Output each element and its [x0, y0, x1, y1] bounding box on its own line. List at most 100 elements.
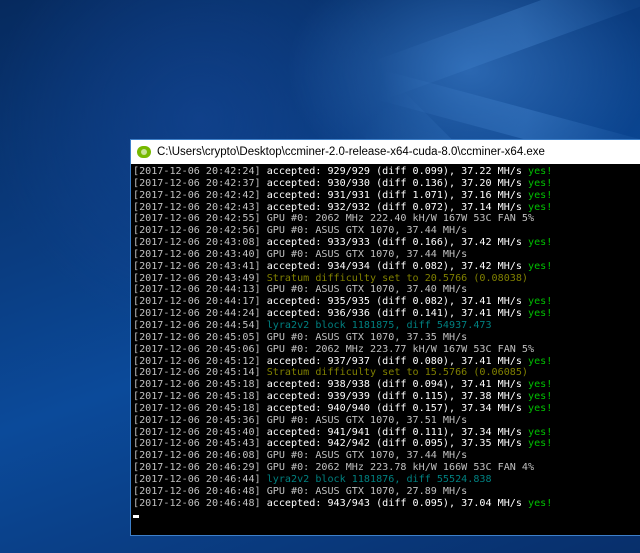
log-timestamp: [2017-12-06 20:46:08] — [133, 450, 261, 462]
console-line: [2017-12-06 20:45:06] GPU #0: 2062 MHz 2… — [133, 344, 640, 356]
console-line: [2017-12-06 20:46:48] accepted: 943/943 … — [133, 498, 640, 510]
nvidia-icon — [137, 146, 151, 158]
log-timestamp: [2017-12-06 20:43:41] — [133, 260, 261, 272]
log-timestamp: [2017-12-06 20:44:13] — [133, 284, 261, 296]
log-timestamp: [2017-12-06 20:45:06] — [133, 343, 261, 355]
log-timestamp: [2017-12-06 20:45:14] — [133, 367, 261, 379]
log-timestamp: [2017-12-06 20:45:12] — [133, 355, 261, 367]
console-line: [2017-12-06 20:45:12] accepted: 937/937 … — [133, 356, 640, 368]
log-timestamp: [2017-12-06 20:45:18] — [133, 391, 261, 403]
console-window[interactable]: C:\Users\crypto\Desktop\ccminer-2.0-rele… — [130, 139, 640, 536]
log-timestamp: [2017-12-06 20:45:18] — [133, 379, 261, 391]
log-timestamp: [2017-12-06 20:44:17] — [133, 296, 261, 308]
yes-label: yes! — [528, 402, 553, 414]
console-line: [2017-12-06 20:46:08] GPU #0: ASUS GTX 1… — [133, 450, 640, 462]
console-line: [2017-12-06 20:43:08] accepted: 933/933 … — [133, 237, 640, 249]
yes-label: yes! — [528, 260, 553, 272]
log-message-gpu: GPU #0: ASUS GTX 1070, 37.44 MH/s — [266, 450, 468, 462]
log-message-gpu: GPU #0: ASUS GTX 1070, 37.51 MH/s — [266, 414, 468, 426]
log-message-block: lyra2v2 block 1181876, diff 55524.838 — [266, 473, 492, 485]
console-line: [2017-12-06 20:44:13] GPU #0: ASUS GTX 1… — [133, 284, 640, 296]
console-line: [2017-12-06 20:42:42] accepted: 931/931 … — [133, 190, 640, 202]
yes-label: yes! — [528, 189, 553, 201]
console-line: [2017-12-06 20:42:56] GPU #0: ASUS GTX 1… — [133, 225, 640, 237]
console-line: [2017-12-06 20:44:54] lyra2v2 block 1181… — [133, 320, 640, 332]
log-timestamp: [2017-12-06 20:45:05] — [133, 331, 261, 343]
log-message-accepted: accepted: 930/930 (diff 0.136), 37.20 MH… — [266, 177, 522, 189]
console-line: [2017-12-06 20:45:18] accepted: 940/940 … — [133, 403, 640, 415]
log-message-accepted: accepted: 940/940 (diff 0.157), 37.34 MH… — [266, 402, 522, 414]
yes-label: yes! — [528, 296, 553, 308]
text-cursor — [133, 515, 139, 519]
console-line: [2017-12-06 20:44:17] accepted: 935/935 … — [133, 296, 640, 308]
log-message-accepted: accepted: 935/935 (diff 0.082), 37.41 MH… — [266, 296, 522, 308]
yes-label: yes! — [528, 438, 553, 450]
log-timestamp: [2017-12-06 20:42:37] — [133, 177, 261, 189]
console-line: [2017-12-06 20:42:37] accepted: 930/930 … — [133, 178, 640, 190]
window-title: C:\Users\crypto\Desktop\ccminer-2.0-rele… — [157, 146, 545, 158]
log-message-accepted: accepted: 933/933 (diff 0.166), 37.42 MH… — [266, 237, 522, 249]
log-message-gpu: GPU #0: ASUS GTX 1070, 37.44 MH/s — [266, 225, 468, 237]
title-bar[interactable]: C:\Users\crypto\Desktop\ccminer-2.0-rele… — [131, 140, 640, 164]
log-timestamp: [2017-12-06 20:46:44] — [133, 473, 261, 485]
log-timestamp: [2017-12-06 20:42:56] — [133, 225, 261, 237]
console-line: [2017-12-06 20:46:29] GPU #0: 2062 MHz 2… — [133, 462, 640, 474]
log-message-accepted: accepted: 929/929 (diff 0.099), 37.22 MH… — [266, 166, 522, 177]
log-message-accepted: accepted: 943/943 (diff 0.095), 37.04 MH… — [266, 497, 522, 509]
console-line: [2017-12-06 20:44:24] accepted: 936/936 … — [133, 308, 640, 320]
log-timestamp: [2017-12-06 20:46:48] — [133, 485, 261, 497]
console-line: [2017-12-06 20:45:05] GPU #0: ASUS GTX 1… — [133, 332, 640, 344]
console-line: [2017-12-06 20:46:48] GPU #0: ASUS GTX 1… — [133, 486, 640, 498]
yes-label: yes! — [528, 237, 553, 249]
console-line: [2017-12-06 20:43:41] accepted: 934/934 … — [133, 261, 640, 273]
log-message-stratum: Stratum difficulty set to 20.5766 (0.080… — [266, 272, 529, 284]
log-timestamp: [2017-12-06 20:43:49] — [133, 272, 261, 284]
log-message-block: lyra2v2 block 1181875, diff 54937.473 — [266, 319, 492, 331]
log-timestamp: [2017-12-06 20:43:40] — [133, 248, 261, 260]
log-timestamp: [2017-12-06 20:46:29] — [133, 462, 261, 474]
console-line: [2017-12-06 20:45:18] accepted: 938/938 … — [133, 379, 640, 391]
log-message-accepted: accepted: 941/941 (diff 0.111), 37.34 MH… — [266, 426, 522, 438]
yes-label: yes! — [528, 166, 553, 177]
console-line: [2017-12-06 20:42:55] GPU #0: 2062 MHz 2… — [133, 213, 640, 225]
log-timestamp: [2017-12-06 20:43:08] — [133, 237, 261, 249]
console-line: [2017-12-06 20:42:24] accepted: 929/929 … — [133, 166, 640, 178]
console-line: [2017-12-06 20:45:36] GPU #0: ASUS GTX 1… — [133, 415, 640, 427]
log-message-accepted: accepted: 931/931 (diff 1.071), 37.16 MH… — [266, 189, 522, 201]
log-timestamp: [2017-12-06 20:45:36] — [133, 414, 261, 426]
yes-label: yes! — [528, 201, 553, 213]
yes-label: yes! — [528, 426, 553, 438]
log-timestamp: [2017-12-06 20:45:43] — [133, 438, 261, 450]
console-output: [2017-12-06 20:42:24] accepted: 929/929 … — [131, 164, 640, 522]
log-message-gpu: GPU #0: 2062 MHz 223.77 kH/W 167W 53C FA… — [266, 343, 535, 355]
console-line: [2017-12-06 20:43:49] Stratum difficulty… — [133, 273, 640, 285]
log-message-gpu: GPU #0: ASUS GTX 1070, 37.40 MH/s — [266, 284, 468, 296]
console-line: [2017-12-06 20:43:40] GPU #0: ASUS GTX 1… — [133, 249, 640, 261]
log-timestamp: [2017-12-06 20:42:43] — [133, 201, 261, 213]
log-timestamp: [2017-12-06 20:42:55] — [133, 213, 261, 225]
yes-label: yes! — [528, 391, 553, 403]
yes-label: yes! — [528, 177, 553, 189]
console-line: [2017-12-06 20:45:40] accepted: 941/941 … — [133, 427, 640, 439]
log-message-accepted: accepted: 937/937 (diff 0.080), 37.41 MH… — [266, 355, 522, 367]
console-line: [2017-12-06 20:42:43] accepted: 932/932 … — [133, 202, 640, 214]
log-message-gpu: GPU #0: ASUS GTX 1070, 37.35 MH/s — [266, 331, 468, 343]
log-message-accepted: accepted: 939/939 (diff 0.115), 37.38 MH… — [266, 391, 522, 403]
log-timestamp: [2017-12-06 20:44:24] — [133, 308, 261, 320]
log-message-accepted: accepted: 932/932 (diff 0.072), 37.14 MH… — [266, 201, 522, 213]
log-message-gpu: GPU #0: 2062 MHz 223.78 kH/W 166W 53C FA… — [266, 462, 535, 474]
console-line: [2017-12-06 20:45:43] accepted: 942/942 … — [133, 438, 640, 450]
log-message-gpu: GPU #0: 2062 MHz 222.40 kH/W 167W 53C FA… — [266, 213, 535, 225]
log-timestamp: [2017-12-06 20:45:40] — [133, 426, 261, 438]
console-line: [2017-12-06 20:45:14] Stratum difficulty… — [133, 367, 640, 379]
log-message-gpu: GPU #0: ASUS GTX 1070, 37.44 MH/s — [266, 248, 468, 260]
log-message-accepted: accepted: 942/942 (diff 0.095), 37.35 MH… — [266, 438, 522, 450]
log-message-accepted: accepted: 936/936 (diff 0.141), 37.41 MH… — [266, 308, 522, 320]
yes-label: yes! — [528, 379, 553, 391]
log-message-stratum: Stratum difficulty set to 15.5766 (0.060… — [266, 367, 529, 379]
yes-label: yes! — [528, 497, 553, 509]
console-line: [2017-12-06 20:45:18] accepted: 939/939 … — [133, 391, 640, 403]
log-message-accepted: accepted: 934/934 (diff 0.082), 37.42 MH… — [266, 260, 522, 272]
yes-label: yes! — [528, 308, 553, 320]
log-timestamp: [2017-12-06 20:46:48] — [133, 497, 261, 509]
